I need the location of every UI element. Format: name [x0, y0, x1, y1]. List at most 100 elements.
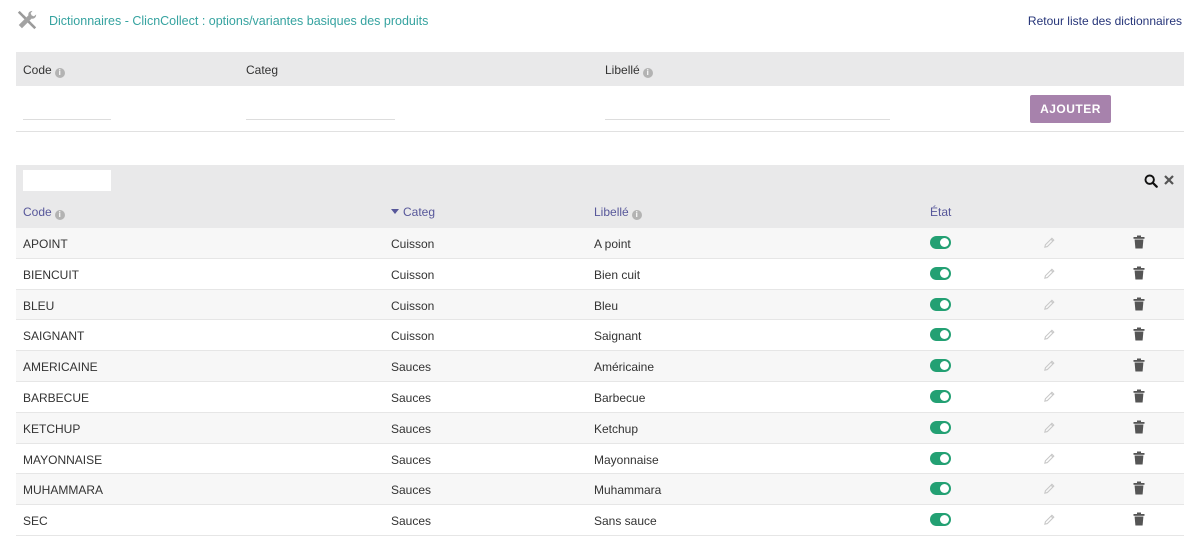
status-toggle[interactable]	[930, 420, 951, 434]
table-row: SAIGNANT Cuisson Saignant	[16, 320, 1184, 352]
cell-libelle: Bleu	[594, 298, 619, 313]
pencil-icon[interactable]	[1043, 298, 1056, 311]
cell-libelle: Mayonnaise	[594, 452, 659, 467]
cell-libelle: Sans sauce	[594, 514, 657, 529]
cell-libelle: Bien cuit	[594, 267, 641, 282]
table-row: BARBECUE Sauces Barbecue	[16, 381, 1184, 413]
toggle-knob	[940, 361, 949, 371]
pencil-icon[interactable]	[1043, 421, 1056, 434]
info-icon[interactable]: i	[54, 210, 65, 220]
table-body: APOINT Cuisson A point BIENCUIT Cuisson …	[16, 228, 1184, 536]
status-toggle[interactable]	[930, 328, 951, 342]
pencil-icon[interactable]	[1043, 328, 1056, 341]
trash-icon[interactable]	[1133, 481, 1145, 495]
pencil-icon[interactable]	[1043, 482, 1056, 495]
info-icon[interactable]: i	[54, 68, 65, 78]
add-button[interactable]: AJOUTER	[1030, 95, 1111, 123]
trash-icon[interactable]	[1133, 297, 1145, 311]
table-row: MUHAMMARA Sauces Muhammara	[16, 474, 1184, 506]
trash-icon[interactable]	[1133, 451, 1145, 465]
add-form-header: Code i Categ Libellé i	[16, 52, 1184, 86]
info-icon[interactable]: i	[631, 210, 642, 220]
cell-categ: Sauces	[391, 390, 432, 405]
dictionary-table: Code i Categ Libellé i État APOINT Cuisson…	[16, 165, 1184, 536]
toggle-knob	[940, 391, 949, 401]
filter-input[interactable]	[23, 170, 111, 191]
cell-code: AMERICAINE	[23, 360, 98, 375]
cell-code: BARBECUE	[23, 390, 90, 405]
cell-code: MUHAMMARA	[23, 483, 103, 498]
cell-categ: Sauces	[391, 514, 432, 529]
toggle-knob	[940, 268, 949, 278]
cell-libelle: Barbecue	[594, 390, 646, 405]
status-toggle[interactable]	[930, 451, 951, 465]
pencil-icon[interactable]	[1043, 452, 1056, 465]
pencil-icon[interactable]	[1043, 390, 1056, 403]
toggle-knob	[940, 299, 949, 309]
column-header-categ-text: Categ	[403, 205, 436, 219]
pencil-icon[interactable]	[1043, 267, 1056, 280]
status-toggle[interactable]	[930, 389, 951, 403]
trash-icon[interactable]	[1133, 389, 1145, 403]
status-toggle[interactable]	[930, 513, 951, 527]
trash-icon[interactable]	[1133, 266, 1145, 280]
table-row: AMERICAINE Sauces Américaine	[16, 351, 1184, 382]
pencil-icon[interactable]	[1043, 513, 1056, 526]
toggle-knob	[940, 422, 949, 432]
column-header-categ[interactable]: Categ	[391, 205, 435, 219]
cell-code: BLEU	[23, 298, 55, 313]
cell-code: SAIGNANT	[23, 329, 85, 344]
cell-libelle: Saignant	[594, 329, 642, 344]
trash-icon[interactable]	[1133, 420, 1145, 434]
table-row: APOINT Cuisson A point	[16, 228, 1184, 259]
table-header: Code i Categ Libellé i État	[16, 196, 1184, 228]
column-header-code-text: Code	[23, 205, 52, 219]
back-to-dictionaries-link[interactable]: Retour liste des dictionnaires	[1028, 14, 1182, 28]
trash-icon[interactable]	[1133, 235, 1145, 249]
add-code-input[interactable]	[23, 108, 111, 120]
table-row: SEC Sauces Sans sauce	[16, 505, 1184, 536]
cell-code: APOINT	[23, 237, 68, 251]
search-icon[interactable]	[1144, 174, 1158, 188]
pencil-icon[interactable]	[1043, 236, 1056, 249]
cell-categ: Cuisson	[391, 267, 435, 282]
trash-icon[interactable]	[1133, 327, 1145, 341]
status-toggle[interactable]	[930, 297, 951, 311]
toggle-knob	[940, 238, 949, 247]
trash-icon[interactable]	[1133, 358, 1145, 372]
cell-categ: Cuisson	[391, 298, 435, 313]
table-row: BIENCUIT Cuisson Bien cuit	[16, 258, 1184, 290]
toggle-knob	[940, 330, 949, 340]
trash-icon[interactable]	[1133, 512, 1145, 526]
pencil-icon[interactable]	[1043, 359, 1056, 372]
add-libelle-label-text: Libellé	[605, 63, 640, 77]
add-libelle-input[interactable]	[605, 108, 890, 120]
cell-categ: Cuisson	[391, 237, 435, 251]
add-categ-input[interactable]	[246, 108, 395, 120]
toggle-knob	[940, 515, 949, 525]
caret-down-icon	[391, 209, 399, 214]
page-title: Dictionnaires - ClicnCollect : options/v…	[49, 14, 429, 28]
cell-code: SEC	[23, 514, 48, 529]
table-toolbar	[16, 165, 1184, 196]
toggle-knob	[940, 453, 949, 463]
cell-code: MAYONNAISE	[23, 452, 103, 467]
table-row: KETCHUP Sauces Ketchup	[16, 412, 1184, 444]
cell-code: BIENCUIT	[23, 267, 80, 282]
info-icon[interactable]: i	[642, 68, 653, 78]
status-toggle[interactable]	[930, 236, 951, 249]
column-header-libelle[interactable]: Libellé i	[594, 205, 642, 220]
status-toggle[interactable]	[930, 482, 951, 496]
cell-categ: Sauces	[391, 452, 432, 467]
cell-categ: Sauces	[391, 483, 432, 498]
page-header: Dictionnaires - ClicnCollect : options/v…	[0, 0, 1200, 44]
cell-libelle: Américaine	[594, 360, 655, 375]
cell-libelle: Ketchup	[594, 421, 639, 436]
column-header-libelle-text: Libellé	[594, 205, 629, 219]
column-header-code[interactable]: Code i	[23, 205, 65, 220]
close-icon[interactable]	[1163, 174, 1175, 186]
column-header-etat[interactable]: État	[930, 205, 951, 219]
tools-icon	[17, 10, 37, 30]
status-toggle[interactable]	[930, 266, 951, 280]
status-toggle[interactable]	[930, 359, 951, 373]
